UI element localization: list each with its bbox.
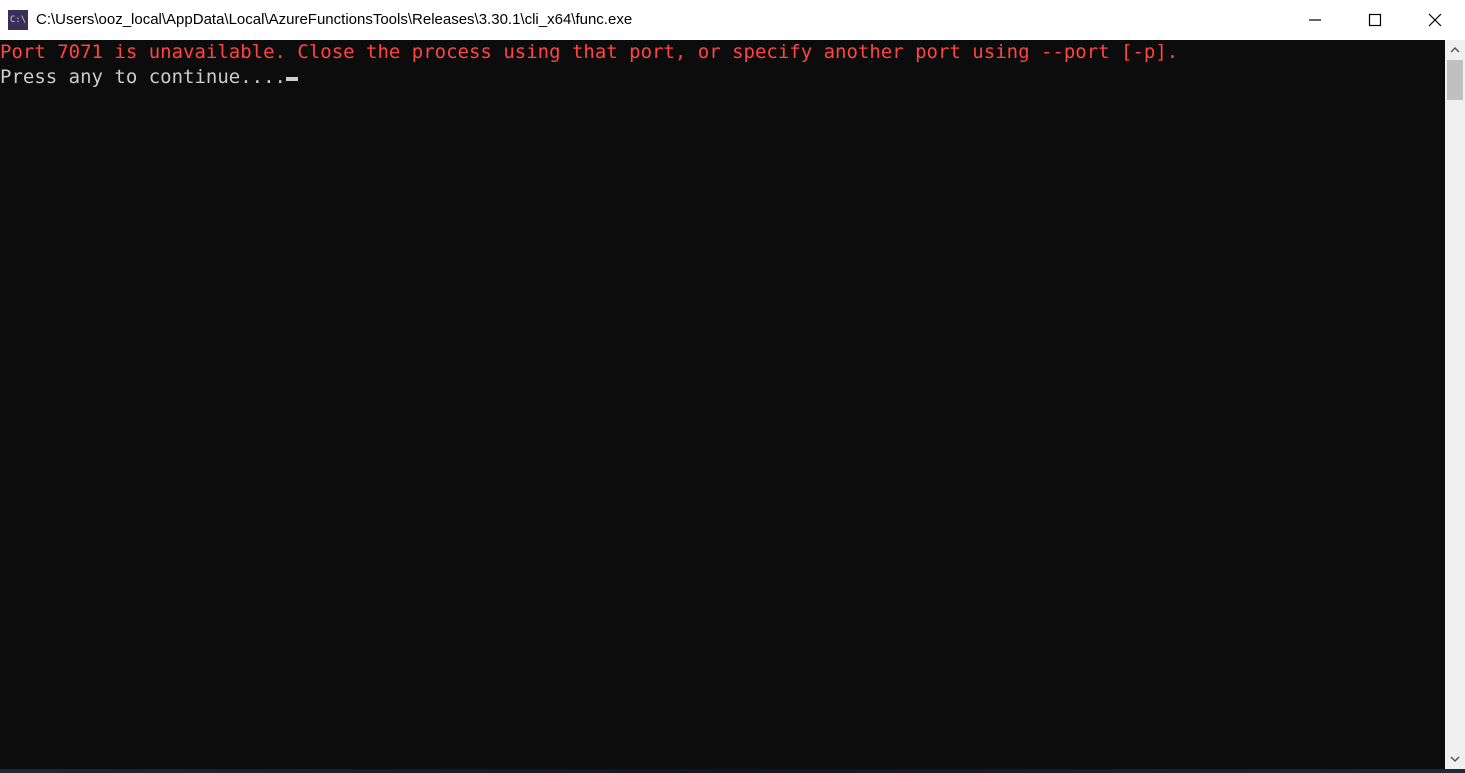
console-prompt-line: Press any to continue.... (0, 65, 1445, 90)
close-icon (1428, 13, 1442, 27)
scroll-up-button[interactable] (1445, 40, 1465, 60)
scroll-down-button[interactable] (1445, 749, 1465, 769)
console-area: Port 7071 is unavailable. Close the proc… (0, 40, 1465, 769)
close-button[interactable] (1405, 0, 1465, 39)
minimize-icon (1308, 13, 1322, 27)
chevron-down-icon (1450, 754, 1460, 764)
taskbar-edge (0, 769, 1465, 773)
titlebar[interactable]: C:\ C:\Users\ooz_local\AppData\Local\Azu… (0, 0, 1465, 40)
window-controls (1285, 0, 1465, 39)
maximize-icon (1368, 13, 1382, 27)
maximize-button[interactable] (1345, 0, 1405, 39)
console-output[interactable]: Port 7071 is unavailable. Close the proc… (0, 40, 1445, 769)
chevron-up-icon (1450, 45, 1460, 55)
vertical-scrollbar[interactable] (1445, 40, 1465, 769)
app-icon: C:\ (8, 10, 28, 30)
console-error-line: Port 7071 is unavailable. Close the proc… (0, 40, 1445, 65)
text-cursor (286, 77, 298, 81)
window-title: C:\Users\ooz_local\AppData\Local\AzureFu… (36, 11, 1285, 28)
scroll-thumb[interactable] (1447, 60, 1463, 100)
minimize-button[interactable] (1285, 0, 1345, 39)
